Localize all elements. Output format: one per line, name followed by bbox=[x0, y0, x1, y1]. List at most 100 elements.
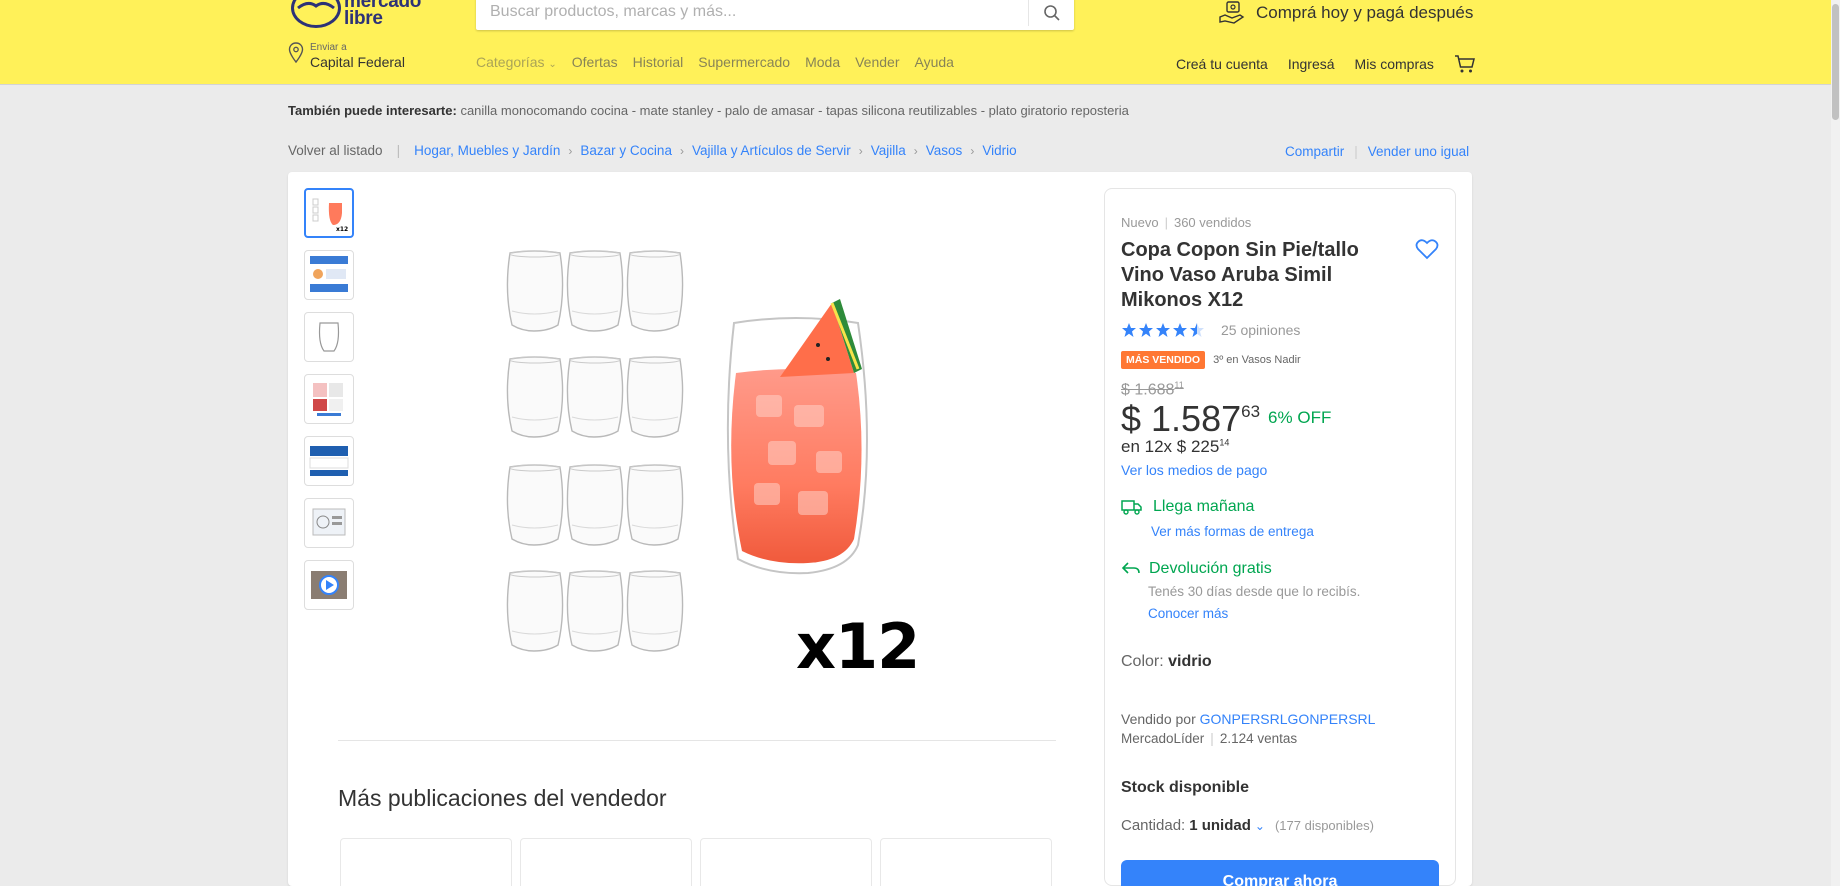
more-from-seller-title: Más publicaciones del vendedor bbox=[338, 785, 667, 811]
nav-supermercado[interactable]: Supermercado bbox=[698, 54, 790, 70]
thumbnail-collage[interactable] bbox=[304, 374, 354, 424]
cart-icon[interactable] bbox=[1454, 54, 1476, 74]
scrollbar-thumb[interactable] bbox=[1832, 4, 1839, 120]
more-shipping-link[interactable]: Ver más formas de entrega bbox=[1151, 524, 1314, 539]
color-value: vidrio bbox=[1168, 653, 1212, 670]
search-button[interactable] bbox=[1028, 0, 1074, 26]
quantity-selector[interactable]: Cantidad: 1 unidad ⌄ (177 disponibles) bbox=[1121, 817, 1374, 834]
breadcrumb-item[interactable]: Hogar, Muebles y Jardín bbox=[414, 143, 560, 158]
create-account-link[interactable]: Creá tu cuenta bbox=[1176, 56, 1268, 72]
brand-thumbnail-icon bbox=[309, 446, 349, 476]
truck-icon bbox=[1121, 500, 1142, 515]
reviews-count: 25 opiniones bbox=[1221, 322, 1301, 338]
related-searches-label: También puede interesarte: bbox=[288, 103, 457, 118]
chevron-right-icon: › bbox=[568, 143, 573, 158]
drink-thumbnail-icon: x12 bbox=[312, 198, 348, 233]
logo-text: mercado libre bbox=[344, 0, 422, 29]
nav-ayuda[interactable]: Ayuda bbox=[914, 54, 953, 70]
more-from-seller-list bbox=[340, 838, 1052, 886]
return-info: Devolución gratis bbox=[1121, 560, 1272, 578]
breadcrumb-item[interactable]: Bazar y Cocina bbox=[580, 143, 672, 158]
breadcrumb-item[interactable]: Vidrio bbox=[982, 143, 1016, 158]
heart-icon[interactable] bbox=[1415, 238, 1439, 260]
return-learn-more-link[interactable]: Conocer más bbox=[1148, 606, 1228, 621]
nav-categorias[interactable]: Categorías ⌄ bbox=[476, 54, 557, 70]
seller-info: Vendido por GONPERSRLGONPERSRL bbox=[1121, 711, 1376, 727]
login-link[interactable]: Ingresá bbox=[1288, 56, 1335, 72]
quantity-value: 1 unidad bbox=[1189, 817, 1251, 834]
rating[interactable]: 25 opiniones bbox=[1121, 322, 1300, 338]
breadcrumb-separator: | bbox=[396, 143, 401, 158]
promo-banner[interactable]: Comprá hoy y pagá después bbox=[1218, 0, 1473, 26]
seller-product-card[interactable] bbox=[880, 838, 1052, 886]
share-actions: Compartir | Vender uno igual bbox=[1285, 144, 1470, 159]
back-to-list-link[interactable]: Volver al listado bbox=[288, 143, 383, 158]
mercadolibre-logo[interactable]: mercado libre bbox=[290, 0, 430, 34]
my-purchases-link[interactable]: Mis compras bbox=[1355, 56, 1434, 72]
seller-link[interactable]: GONPERSRLGONPERSRL bbox=[1200, 711, 1376, 727]
seller-product-card[interactable] bbox=[340, 838, 512, 886]
location-pin-icon bbox=[288, 42, 304, 64]
infographic-thumbnail-icon bbox=[310, 256, 348, 292]
seller-product-card[interactable] bbox=[520, 838, 692, 886]
nav-moda[interactable]: Moda bbox=[805, 54, 840, 70]
discount-badge: 6% OFF bbox=[1268, 408, 1332, 427]
original-price: $ 1.68811 bbox=[1121, 380, 1184, 399]
product-title: Copa Copon Sin Pie/tallo Vino Vaso Aruba… bbox=[1121, 239, 1359, 311]
seller-product-card[interactable] bbox=[700, 838, 872, 886]
breadcrumb-item[interactable]: Vajilla bbox=[871, 143, 906, 158]
related-searches-items[interactable]: canilla monocomando cocina - mate stanle… bbox=[460, 103, 1128, 118]
star-rating-icon bbox=[1122, 323, 1204, 337]
share-link[interactable]: Compartir bbox=[1285, 144, 1344, 159]
color-selection: Color: vidrio bbox=[1121, 653, 1212, 670]
price-row: $ 1.58763 6% OFF bbox=[1121, 398, 1331, 440]
breadcrumb-item[interactable]: Vajilla y Artículos de Servir bbox=[692, 143, 851, 158]
user-nav: Creá tu cuenta Ingresá Mis compras bbox=[1176, 54, 1476, 74]
nav-vender[interactable]: Vender bbox=[855, 54, 899, 70]
nav-ofertas[interactable]: Ofertas bbox=[572, 54, 618, 70]
nav-historial[interactable]: Historial bbox=[633, 54, 684, 70]
category-rank[interactable]: 3º en Vasos Nadir bbox=[1213, 354, 1301, 366]
related-searches: También puede interesarte: canilla monoc… bbox=[288, 103, 1129, 118]
chevron-right-icon: › bbox=[858, 143, 863, 158]
thumbnail-drink[interactable]: x12 bbox=[304, 188, 354, 238]
payment-methods-link[interactable]: Ver los medios de pago bbox=[1121, 462, 1267, 478]
best-seller-badge: MÁS VENDIDO bbox=[1121, 351, 1206, 369]
current-price: $ 1.58763 bbox=[1121, 398, 1261, 439]
thumbnail-brand[interactable] bbox=[304, 436, 354, 486]
shipping-info: Llega mañana bbox=[1121, 498, 1254, 516]
chevron-right-icon: › bbox=[970, 143, 975, 158]
thumbnail-glass[interactable] bbox=[304, 312, 354, 362]
return-title: Devolución gratis bbox=[1149, 560, 1272, 577]
seller-reputation: MercadoLíder | 2.124 ventas bbox=[1121, 731, 1298, 746]
main-nav: Categorías ⌄ Ofertas Historial Supermerc… bbox=[476, 54, 954, 70]
condition-label: Nuevo bbox=[1121, 215, 1159, 230]
svg-text:x12: x12 bbox=[336, 226, 348, 233]
shipping-location[interactable]: Enviar a Capital Federal bbox=[288, 42, 405, 70]
buy-now-button[interactable]: Comprar ahora bbox=[1121, 860, 1439, 886]
sold-count: 360 vendidos bbox=[1173, 215, 1252, 230]
thumbnail-gallery: x12 bbox=[304, 188, 354, 610]
search-icon bbox=[1043, 5, 1060, 21]
collage-thumbnail-icon bbox=[313, 383, 343, 416]
thumbnail-infographic[interactable] bbox=[304, 250, 354, 300]
breadcrumb-item[interactable]: Vasos bbox=[926, 143, 963, 158]
return-subtitle: Tenés 30 días desde que lo recibís. bbox=[1148, 584, 1361, 599]
installments: en 12x $ 22514 bbox=[1121, 437, 1230, 456]
thumbnail-details[interactable] bbox=[304, 498, 354, 548]
chevron-right-icon: › bbox=[913, 143, 918, 158]
promo-text: Comprá hoy y pagá después bbox=[1256, 3, 1474, 22]
page-scrollbar[interactable] bbox=[1831, 0, 1840, 886]
glass-thumbnail-icon bbox=[318, 322, 340, 352]
search-input[interactable] bbox=[490, 2, 1010, 22]
search-bar bbox=[476, 0, 1074, 30]
available-count: (177 disponibles) bbox=[1274, 818, 1374, 833]
chevron-right-icon: › bbox=[679, 143, 684, 158]
breadcrumb: Volver al listado | Hogar, Muebles y Jar… bbox=[288, 143, 1017, 158]
details-thumbnail-icon bbox=[312, 508, 346, 536]
condition-sold: Nuevo | 360 vendidos bbox=[1121, 215, 1252, 230]
location-label: Enviar a bbox=[310, 42, 347, 53]
hand-money-icon bbox=[1219, 1, 1245, 24]
thumbnail-video[interactable] bbox=[304, 560, 354, 610]
sell-similar-link[interactable]: Vender uno igual bbox=[1368, 144, 1469, 159]
